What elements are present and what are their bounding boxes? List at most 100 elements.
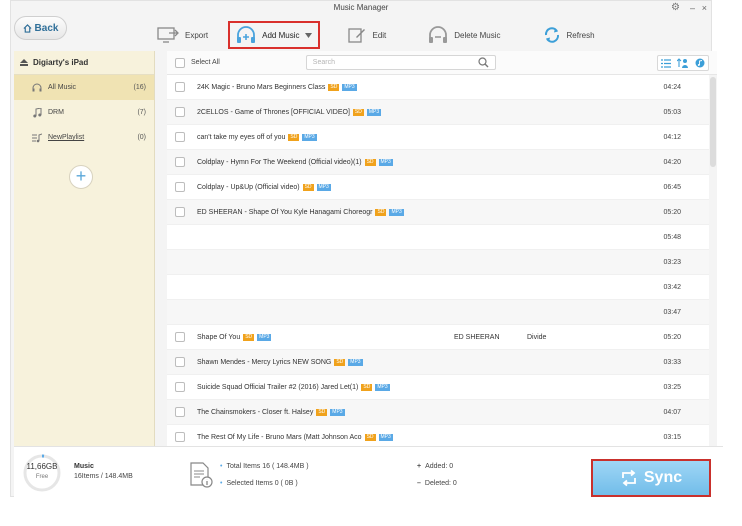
sidebar-item-drm[interactable]: DRM (7) bbox=[14, 100, 154, 125]
sync-button[interactable]: Sync bbox=[591, 459, 711, 497]
table-row[interactable]: Suicide Squad Official Trailer #2 (2016)… bbox=[167, 375, 717, 400]
list-scrollbar[interactable] bbox=[709, 75, 717, 446]
table-row[interactable]: 03:47 bbox=[167, 300, 717, 325]
add-playlist-button[interactable]: + bbox=[69, 165, 93, 189]
delete-music-button[interactable]: Delete Music bbox=[422, 21, 506, 49]
deleted-count: – Deleted: 0 bbox=[417, 480, 457, 487]
mp3-badge: MP3 bbox=[348, 358, 363, 366]
track-duration: 03:47 bbox=[663, 308, 681, 316]
mp3-badge: MP3 bbox=[389, 208, 404, 216]
sidebar-item-count: (16) bbox=[133, 84, 146, 91]
refresh-icon bbox=[544, 27, 559, 43]
row-checkbox[interactable] bbox=[175, 357, 185, 367]
row-checkbox[interactable] bbox=[175, 382, 185, 392]
edit-icon bbox=[348, 28, 366, 43]
sidebar-item-all-music[interactable]: All Music (16) bbox=[14, 75, 154, 100]
minimize-button[interactable]: – bbox=[690, 3, 695, 13]
table-row[interactable]: Shawn Mendes - Mercy Lyrics NEW SONG SD MP… bbox=[167, 350, 717, 375]
track-duration: 05:20 bbox=[663, 333, 681, 341]
storage-ring bbox=[23, 454, 61, 492]
mp3-badge: MP3 bbox=[378, 158, 393, 166]
table-row[interactable]: 05:48 bbox=[167, 225, 717, 250]
track-title: Coldplay - Hymn For The Weekend (Officia… bbox=[197, 158, 362, 166]
sd-badge: SD bbox=[334, 358, 346, 366]
mp3-badge: MP3 bbox=[366, 108, 382, 116]
table-row[interactable]: 2CELLOS - Game of Thrones [OFFICIAL VIDE… bbox=[167, 100, 717, 125]
added-count: + Added: 0 bbox=[417, 463, 454, 470]
close-button[interactable]: × bbox=[702, 3, 707, 13]
export-button[interactable]: Export bbox=[151, 21, 214, 49]
back-button[interactable]: Back bbox=[14, 16, 67, 40]
track-duration: 03:33 bbox=[663, 358, 681, 366]
mp3-badge: MP3 bbox=[316, 183, 331, 191]
track-duration: 03:25 bbox=[663, 383, 681, 391]
mp3-badge: MP3 bbox=[375, 383, 390, 391]
row-checkbox[interactable] bbox=[175, 332, 185, 342]
sidebar-item-newplaylist[interactable]: NewPlaylist (0) bbox=[14, 125, 154, 150]
table-row[interactable]: 03:42 bbox=[167, 275, 717, 300]
bullet-icon: • bbox=[220, 480, 223, 487]
select-all-checkbox[interactable] bbox=[175, 57, 185, 68]
sort-by-artist-icon[interactable] bbox=[677, 58, 689, 68]
chevron-down-icon bbox=[305, 32, 313, 38]
track-duration: 04:12 bbox=[663, 133, 681, 141]
add-music-button[interactable]: Add Music bbox=[228, 21, 321, 49]
table-row[interactable]: The Chainsmokers - Closer ft. Halsey SD MP… bbox=[167, 400, 717, 425]
track-title: Shape Of You bbox=[197, 333, 241, 341]
gear-icon[interactable]: ⚙ bbox=[671, 3, 681, 13]
refresh-button[interactable]: Refresh bbox=[537, 21, 601, 49]
sidebar-item-count: (0) bbox=[137, 134, 146, 141]
mp3-badge: MP3 bbox=[342, 83, 357, 91]
music-circle-icon[interactable] bbox=[695, 58, 705, 68]
device-name: Digiarty's iPad bbox=[33, 58, 89, 67]
sd-badge: SD bbox=[364, 433, 376, 441]
track-duration: 03:42 bbox=[663, 283, 681, 291]
mp3-badge: MP3 bbox=[257, 333, 272, 341]
row-checkbox[interactable] bbox=[175, 157, 185, 167]
track-duration: 05:03 bbox=[663, 108, 681, 116]
table-row[interactable]: Coldplay - Up&Up (Official video) SD MP3 06… bbox=[167, 175, 717, 200]
row-checkbox[interactable] bbox=[175, 132, 185, 142]
table-row[interactable]: Coldplay - Hymn For The Weekend (Officia… bbox=[167, 150, 717, 175]
home-icon bbox=[23, 23, 32, 33]
track-title: Suicide Squad Official Trailer #2 (2016)… bbox=[197, 383, 359, 391]
table-row[interactable]: Shape Of You SD MP3 ED SHEERAN Divide 05:20 bbox=[167, 325, 717, 350]
view-mode-group bbox=[657, 55, 709, 71]
table-row[interactable]: 03:23 bbox=[167, 250, 717, 275]
row-checkbox[interactable] bbox=[175, 82, 185, 92]
list-view-icon[interactable] bbox=[661, 58, 671, 68]
row-checkbox[interactable] bbox=[175, 107, 185, 117]
track-duration: 04:20 bbox=[663, 158, 681, 166]
row-checkbox[interactable] bbox=[175, 207, 185, 217]
search-input[interactable]: Search bbox=[305, 55, 496, 70]
scrollbar-thumb[interactable] bbox=[710, 77, 716, 167]
sidebar-item-label: All Music bbox=[48, 84, 77, 91]
table-row[interactable]: ED SHEERAN - Shape Of You Kyle Hanagami … bbox=[167, 200, 717, 225]
sd-badge: SD bbox=[316, 408, 328, 416]
row-checkbox[interactable] bbox=[175, 432, 185, 442]
total-items: • Total Items 16 ( 148.4MB ) bbox=[220, 463, 309, 470]
table-row[interactable]: 24K Magic - Bruno Mars Beginners Class SD… bbox=[167, 75, 717, 100]
device-header[interactable]: Digiarty's iPad bbox=[14, 51, 154, 75]
storage-free-label: Free bbox=[35, 474, 49, 480]
headphones-plus-icon bbox=[237, 26, 256, 43]
track-duration: 05:48 bbox=[663, 233, 681, 241]
storage-free-value: 11,66GB bbox=[26, 462, 58, 471]
sd-badge: SD bbox=[302, 183, 314, 191]
row-checkbox[interactable] bbox=[175, 182, 185, 192]
track-title: Coldplay - Up&Up (Official video) bbox=[197, 183, 300, 191]
edit-button[interactable]: Edit bbox=[342, 21, 392, 49]
edit-label: Edit bbox=[372, 30, 387, 40]
mp3-badge: MP3 bbox=[330, 408, 345, 416]
track-title: Shawn Mendes - Mercy Lyrics NEW SONG bbox=[197, 358, 332, 366]
track-title: 2CELLOS - Game of Thrones [OFFICIAL VIDE… bbox=[197, 108, 350, 116]
track-title: can't take my eyes off of you bbox=[197, 133, 286, 141]
sd-badge: SD bbox=[352, 108, 364, 116]
export-icon bbox=[157, 27, 179, 43]
row-checkbox[interactable] bbox=[175, 407, 185, 417]
table-row[interactable]: can't take my eyes off of you SD MP3 04:12 bbox=[167, 125, 717, 150]
plus-icon: + bbox=[417, 463, 422, 470]
sd-badge: SD bbox=[361, 383, 373, 391]
search-icon[interactable] bbox=[478, 57, 489, 68]
mp3-badge: MP3 bbox=[302, 133, 317, 141]
